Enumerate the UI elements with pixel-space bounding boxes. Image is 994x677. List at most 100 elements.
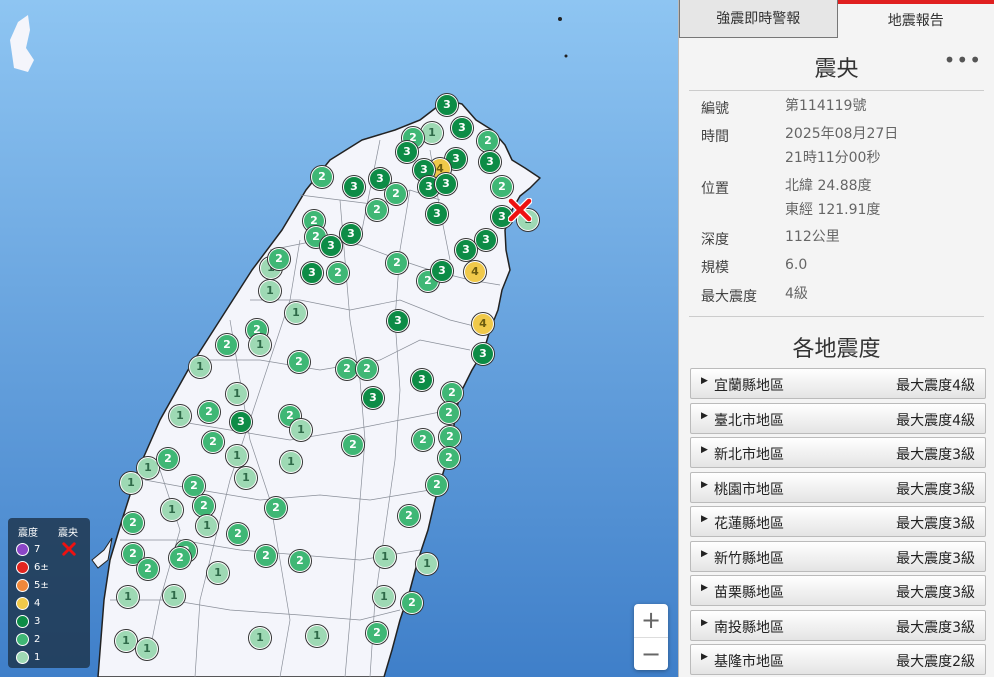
- station-intensity-marker[interactable]: 3: [455, 239, 477, 261]
- zoom-in-button[interactable]: +: [634, 604, 668, 637]
- legend-row: 3: [16, 614, 40, 628]
- station-intensity-marker[interactable]: 1: [163, 585, 185, 607]
- region-row[interactable]: ▶ 南投縣地區 最大震度3級: [690, 609, 986, 641]
- station-intensity-marker[interactable]: 1: [290, 419, 312, 441]
- station-intensity-marker[interactable]: 1: [117, 586, 139, 608]
- region-row[interactable]: ▶ 桃園市地區 最大震度3級: [690, 471, 986, 503]
- region-row[interactable]: ▶ 新竹縣地區 最大震度3級: [690, 540, 986, 572]
- station-intensity-marker[interactable]: 1: [235, 467, 257, 489]
- station-intensity-marker[interactable]: 1: [161, 499, 183, 521]
- station-intensity-marker[interactable]: 3: [451, 117, 473, 139]
- legend-row: 2: [16, 632, 40, 646]
- station-intensity-marker[interactable]: 1: [226, 445, 248, 467]
- more-options-icon[interactable]: •••: [944, 48, 982, 72]
- region-row[interactable]: ▶ 宜蘭縣地區 最大震度4級: [690, 368, 986, 399]
- station-intensity-marker[interactable]: 2: [366, 622, 388, 644]
- station-intensity-marker[interactable]: 3: [472, 343, 494, 365]
- station-intensity-marker[interactable]: 2: [255, 545, 277, 567]
- station-intensity-marker[interactable]: 1: [169, 405, 191, 427]
- station-intensity-marker[interactable]: 3: [230, 411, 252, 433]
- station-intensity-marker[interactable]: 3: [411, 369, 433, 391]
- station-intensity-marker[interactable]: 1: [226, 383, 248, 405]
- tab-earthquake-report[interactable]: 地震報告: [837, 0, 994, 38]
- station-intensity-marker[interactable]: 3: [435, 173, 457, 195]
- station-intensity-marker[interactable]: 2: [268, 248, 290, 270]
- region-row[interactable]: ▶ 臺北市地區 最大震度4級: [690, 402, 986, 434]
- station-intensity-marker[interactable]: 2: [327, 262, 349, 284]
- station-intensity-marker[interactable]: 3: [396, 141, 418, 163]
- station-intensity-marker[interactable]: 1: [136, 638, 158, 660]
- station-intensity-marker[interactable]: 1: [373, 586, 395, 608]
- station-intensity-marker[interactable]: 2: [183, 475, 205, 497]
- legend-swatch: [16, 578, 29, 592]
- station-intensity-marker[interactable]: 1: [196, 515, 218, 537]
- station-intensity-marker[interactable]: 2: [157, 448, 179, 470]
- station-intensity-marker[interactable]: 3: [426, 203, 448, 225]
- station-intensity-marker[interactable]: 2: [385, 183, 407, 205]
- station-intensity-marker[interactable]: 3: [343, 176, 365, 198]
- station-intensity-marker[interactable]: 1: [207, 562, 229, 584]
- station-intensity-marker[interactable]: 2: [491, 176, 513, 198]
- region-name: 花蓮縣地區: [714, 516, 784, 532]
- region-row[interactable]: ▶ 基隆市地區 最大震度2級: [690, 644, 986, 675]
- region-row[interactable]: ▶ 新北市地區 最大震度3級: [690, 437, 986, 468]
- station-intensity-marker[interactable]: 1: [285, 302, 307, 324]
- station-intensity-marker[interactable]: 2: [198, 401, 220, 423]
- station-intensity-marker[interactable]: 2: [202, 431, 224, 453]
- station-intensity-marker[interactable]: 3: [436, 94, 458, 116]
- station-intensity-marker[interactable]: 3: [431, 260, 453, 282]
- station-intensity-marker[interactable]: 2: [193, 495, 215, 517]
- station-intensity-marker[interactable]: 1: [306, 625, 328, 647]
- station-intensity-marker[interactable]: 1: [421, 122, 443, 144]
- station-intensity-marker[interactable]: 2: [439, 426, 461, 448]
- zoom-out-button[interactable]: −: [634, 637, 668, 671]
- station-intensity-marker[interactable]: 4: [472, 313, 494, 335]
- station-intensity-marker[interactable]: 3: [340, 223, 362, 245]
- region-row[interactable]: ▶ 花蓮縣地區 最大震度3級: [690, 506, 986, 537]
- station-intensity-marker[interactable]: 2: [438, 402, 460, 424]
- intensity-map[interactable]: 3132233433233323232312233234321342123122…: [0, 0, 678, 677]
- station-intensity-marker[interactable]: 2: [311, 166, 333, 188]
- station-intensity-marker[interactable]: 1: [416, 553, 438, 575]
- station-intensity-marker[interactable]: 2: [477, 130, 499, 152]
- map-canvas: [0, 0, 678, 677]
- station-intensity-marker[interactable]: 1: [259, 280, 281, 302]
- station-intensity-marker[interactable]: 1: [249, 627, 271, 649]
- region-row[interactable]: ▶ 苗栗縣地區 最大震度3級: [690, 575, 986, 606]
- station-intensity-marker[interactable]: 2: [336, 358, 358, 380]
- station-intensity-marker[interactable]: 1: [120, 472, 142, 494]
- station-intensity-marker[interactable]: 2: [169, 547, 191, 569]
- station-intensity-marker[interactable]: 2: [137, 558, 159, 580]
- station-intensity-marker[interactable]: 2: [426, 474, 448, 496]
- station-intensity-marker[interactable]: 1: [137, 457, 159, 479]
- station-intensity-marker[interactable]: 2: [401, 592, 423, 614]
- station-intensity-marker[interactable]: 2: [342, 434, 364, 456]
- station-intensity-marker[interactable]: 1: [115, 630, 137, 652]
- station-intensity-marker[interactable]: 2: [441, 382, 463, 404]
- station-intensity-marker[interactable]: 2: [227, 523, 249, 545]
- station-intensity-marker[interactable]: 1: [280, 451, 302, 473]
- station-intensity-marker[interactable]: 2: [265, 497, 287, 519]
- station-intensity-marker[interactable]: 1: [374, 546, 396, 568]
- station-intensity-marker[interactable]: 1: [189, 356, 211, 378]
- epicenter-marker[interactable]: [508, 198, 532, 222]
- station-intensity-marker[interactable]: 2: [398, 505, 420, 527]
- station-intensity-marker[interactable]: 2: [366, 199, 388, 221]
- station-intensity-marker[interactable]: 2: [288, 351, 310, 373]
- station-intensity-marker[interactable]: 2: [216, 334, 238, 356]
- station-intensity-marker[interactable]: 4: [464, 261, 486, 283]
- station-intensity-marker[interactable]: 3: [320, 235, 342, 257]
- station-intensity-marker[interactable]: 2: [386, 252, 408, 274]
- station-intensity-marker[interactable]: 3: [362, 387, 384, 409]
- station-intensity-marker[interactable]: 2: [412, 429, 434, 451]
- station-intensity-marker[interactable]: 3: [301, 262, 323, 284]
- station-intensity-marker[interactable]: 2: [356, 358, 378, 380]
- station-intensity-marker[interactable]: 3: [475, 229, 497, 251]
- station-intensity-marker[interactable]: 3: [479, 151, 501, 173]
- tab-realtime-warning[interactable]: 強震即時警報: [679, 0, 838, 38]
- station-intensity-marker[interactable]: 3: [387, 310, 409, 332]
- station-intensity-marker[interactable]: 2: [438, 447, 460, 469]
- station-intensity-marker[interactable]: 1: [249, 334, 271, 356]
- station-intensity-marker[interactable]: 2: [289, 550, 311, 572]
- station-intensity-marker[interactable]: 2: [122, 512, 144, 534]
